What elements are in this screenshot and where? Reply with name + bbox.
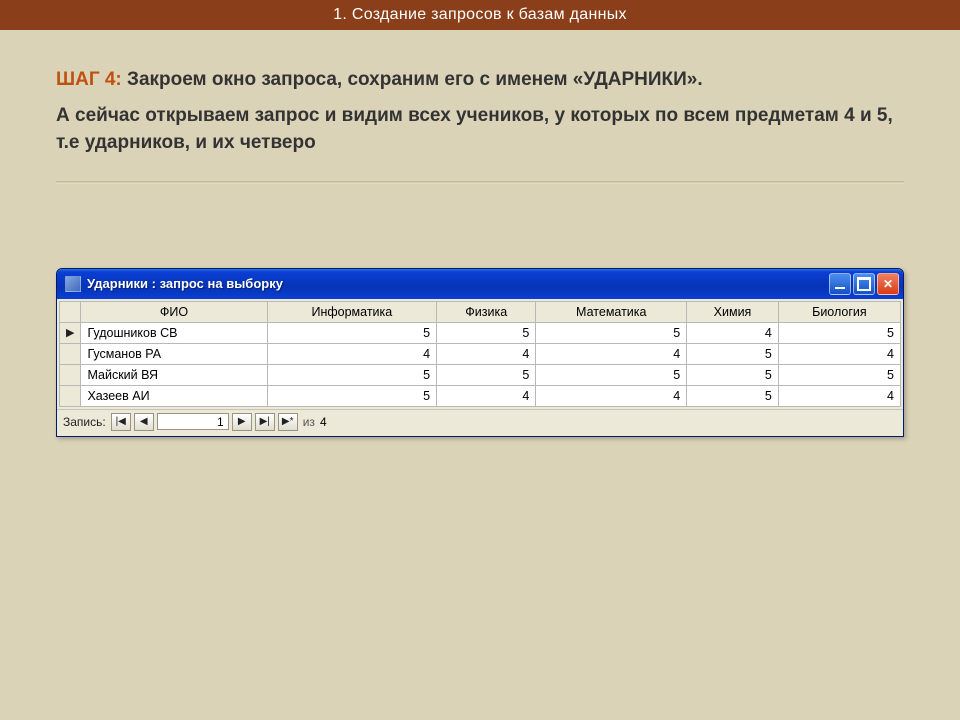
col-header[interactable]: Физика — [437, 301, 536, 322]
table-row[interactable]: Хазеев АИ54454 — [60, 385, 901, 406]
cell-value[interactable]: 5 — [267, 364, 436, 385]
cell-value[interactable]: 5 — [687, 385, 779, 406]
col-header[interactable]: Информатика — [267, 301, 436, 322]
row-selector[interactable] — [60, 385, 81, 406]
minimize-button[interactable] — [829, 273, 851, 295]
cell-value[interactable]: 4 — [536, 343, 687, 364]
query-window: Ударники : запрос на выборку ФИО Информа… — [56, 268, 904, 437]
results-table[interactable]: ФИО Информатика Физика Математика Химия … — [59, 301, 901, 407]
row-selector[interactable]: ▶ — [60, 322, 81, 343]
cell-value[interactable]: 5 — [778, 364, 900, 385]
cell-fio[interactable]: Гусманов РА — [81, 343, 267, 364]
cell-value[interactable]: 5 — [536, 322, 687, 343]
nav-record-input[interactable] — [157, 413, 229, 430]
window-title: Ударники : запрос на выборку — [87, 276, 829, 291]
cell-value[interactable]: 5 — [687, 364, 779, 385]
nav-of-label: из — [303, 415, 315, 429]
cell-value[interactable]: 5 — [687, 343, 779, 364]
cell-value[interactable]: 4 — [267, 343, 436, 364]
row-selector-header[interactable] — [60, 301, 81, 322]
cell-value[interactable]: 5 — [267, 322, 436, 343]
cell-value[interactable]: 5 — [267, 385, 436, 406]
cell-value[interactable]: 4 — [778, 343, 900, 364]
col-header[interactable]: Биология — [778, 301, 900, 322]
nav-last-button[interactable]: ▶| — [255, 413, 275, 431]
nav-total: 4 — [320, 415, 327, 429]
nav-label: Запись: — [63, 415, 106, 429]
paragraph-2: А сейчас открываем запрос и видим всех у… — [56, 102, 904, 157]
cell-value[interactable]: 4 — [437, 385, 536, 406]
col-header[interactable]: Математика — [536, 301, 687, 322]
col-header[interactable]: Химия — [687, 301, 779, 322]
cell-value[interactable]: 4 — [536, 385, 687, 406]
cell-fio[interactable]: Гудошников СВ — [81, 322, 267, 343]
cell-fio[interactable]: Хазеев АИ — [81, 385, 267, 406]
titlebar[interactable]: Ударники : запрос на выборку — [57, 269, 903, 299]
maximize-button[interactable] — [853, 273, 875, 295]
record-navigator: Запись: |◀ ◀ ▶ ▶| ▶* из 4 — [57, 409, 903, 436]
datasheet-area: ФИО Информатика Физика Математика Химия … — [57, 299, 903, 409]
divider — [56, 181, 904, 184]
instruction-block: ШАГ 4: Закроем окно запроса, сохраним ег… — [0, 30, 960, 167]
step-label: ШАГ 4: — [56, 69, 122, 90]
row-selector[interactable] — [60, 343, 81, 364]
nav-new-button[interactable]: ▶* — [278, 413, 298, 431]
table-row[interactable]: ▶Гудошников СВ55545 — [60, 322, 901, 343]
cell-value[interactable]: 5 — [437, 322, 536, 343]
slide-header: 1. Создание запросов к базам данных — [0, 0, 960, 30]
nav-first-button[interactable]: |◀ — [111, 413, 131, 431]
cell-value[interactable]: 4 — [437, 343, 536, 364]
step-text: Закроем окно запроса, сохраним его с име… — [127, 69, 703, 90]
window-app-icon — [65, 276, 81, 292]
cell-value[interactable]: 5 — [437, 364, 536, 385]
close-button[interactable] — [877, 273, 899, 295]
cell-fio[interactable]: Майский ВЯ — [81, 364, 267, 385]
cell-value[interactable]: 5 — [778, 322, 900, 343]
nav-prev-button[interactable]: ◀ — [134, 413, 154, 431]
nav-next-button[interactable]: ▶ — [232, 413, 252, 431]
cell-value[interactable]: 5 — [536, 364, 687, 385]
table-row[interactable]: Гусманов РА44454 — [60, 343, 901, 364]
col-header[interactable]: ФИО — [81, 301, 267, 322]
row-selector[interactable] — [60, 364, 81, 385]
cell-value[interactable]: 4 — [687, 322, 779, 343]
table-row[interactable]: Майский ВЯ55555 — [60, 364, 901, 385]
cell-value[interactable]: 4 — [778, 385, 900, 406]
